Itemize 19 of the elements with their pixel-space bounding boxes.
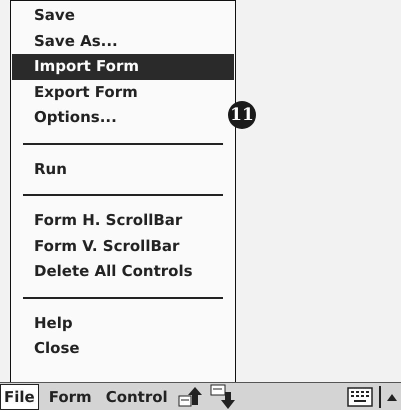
menu-bar-item[interactable]: File bbox=[0, 384, 39, 410]
menu-bar-item[interactable]: Control bbox=[102, 384, 172, 410]
menu-item[interactable]: Form V. ScrollBar bbox=[12, 234, 186, 259]
menu-item[interactable]: Close bbox=[12, 336, 86, 362]
keyboard-icon[interactable] bbox=[347, 386, 373, 406]
menu-item[interactable]: Help bbox=[12, 310, 79, 336]
menu-item[interactable]: Save As... bbox=[12, 28, 124, 54]
menu-item[interactable]: Import Form bbox=[12, 54, 234, 80]
menu-bar-item[interactable]: Form bbox=[44, 384, 96, 410]
menu-item[interactable]: Export Form bbox=[12, 80, 144, 105]
menu-item[interactable]: Options... bbox=[12, 105, 123, 130]
form-up-arrow-icon[interactable] bbox=[178, 384, 204, 408]
menu-item[interactable]: Delete All Controls bbox=[12, 259, 199, 284]
menu-item[interactable]: Form H. ScrollBar bbox=[12, 208, 188, 234]
menu-item[interactable]: Run bbox=[12, 156, 73, 182]
form-down-arrow-icon[interactable] bbox=[210, 384, 236, 410]
menu-item[interactable]: Save bbox=[12, 3, 81, 28]
callout-number: 11 bbox=[228, 101, 256, 129]
up-triangle-icon[interactable] bbox=[387, 392, 397, 400]
